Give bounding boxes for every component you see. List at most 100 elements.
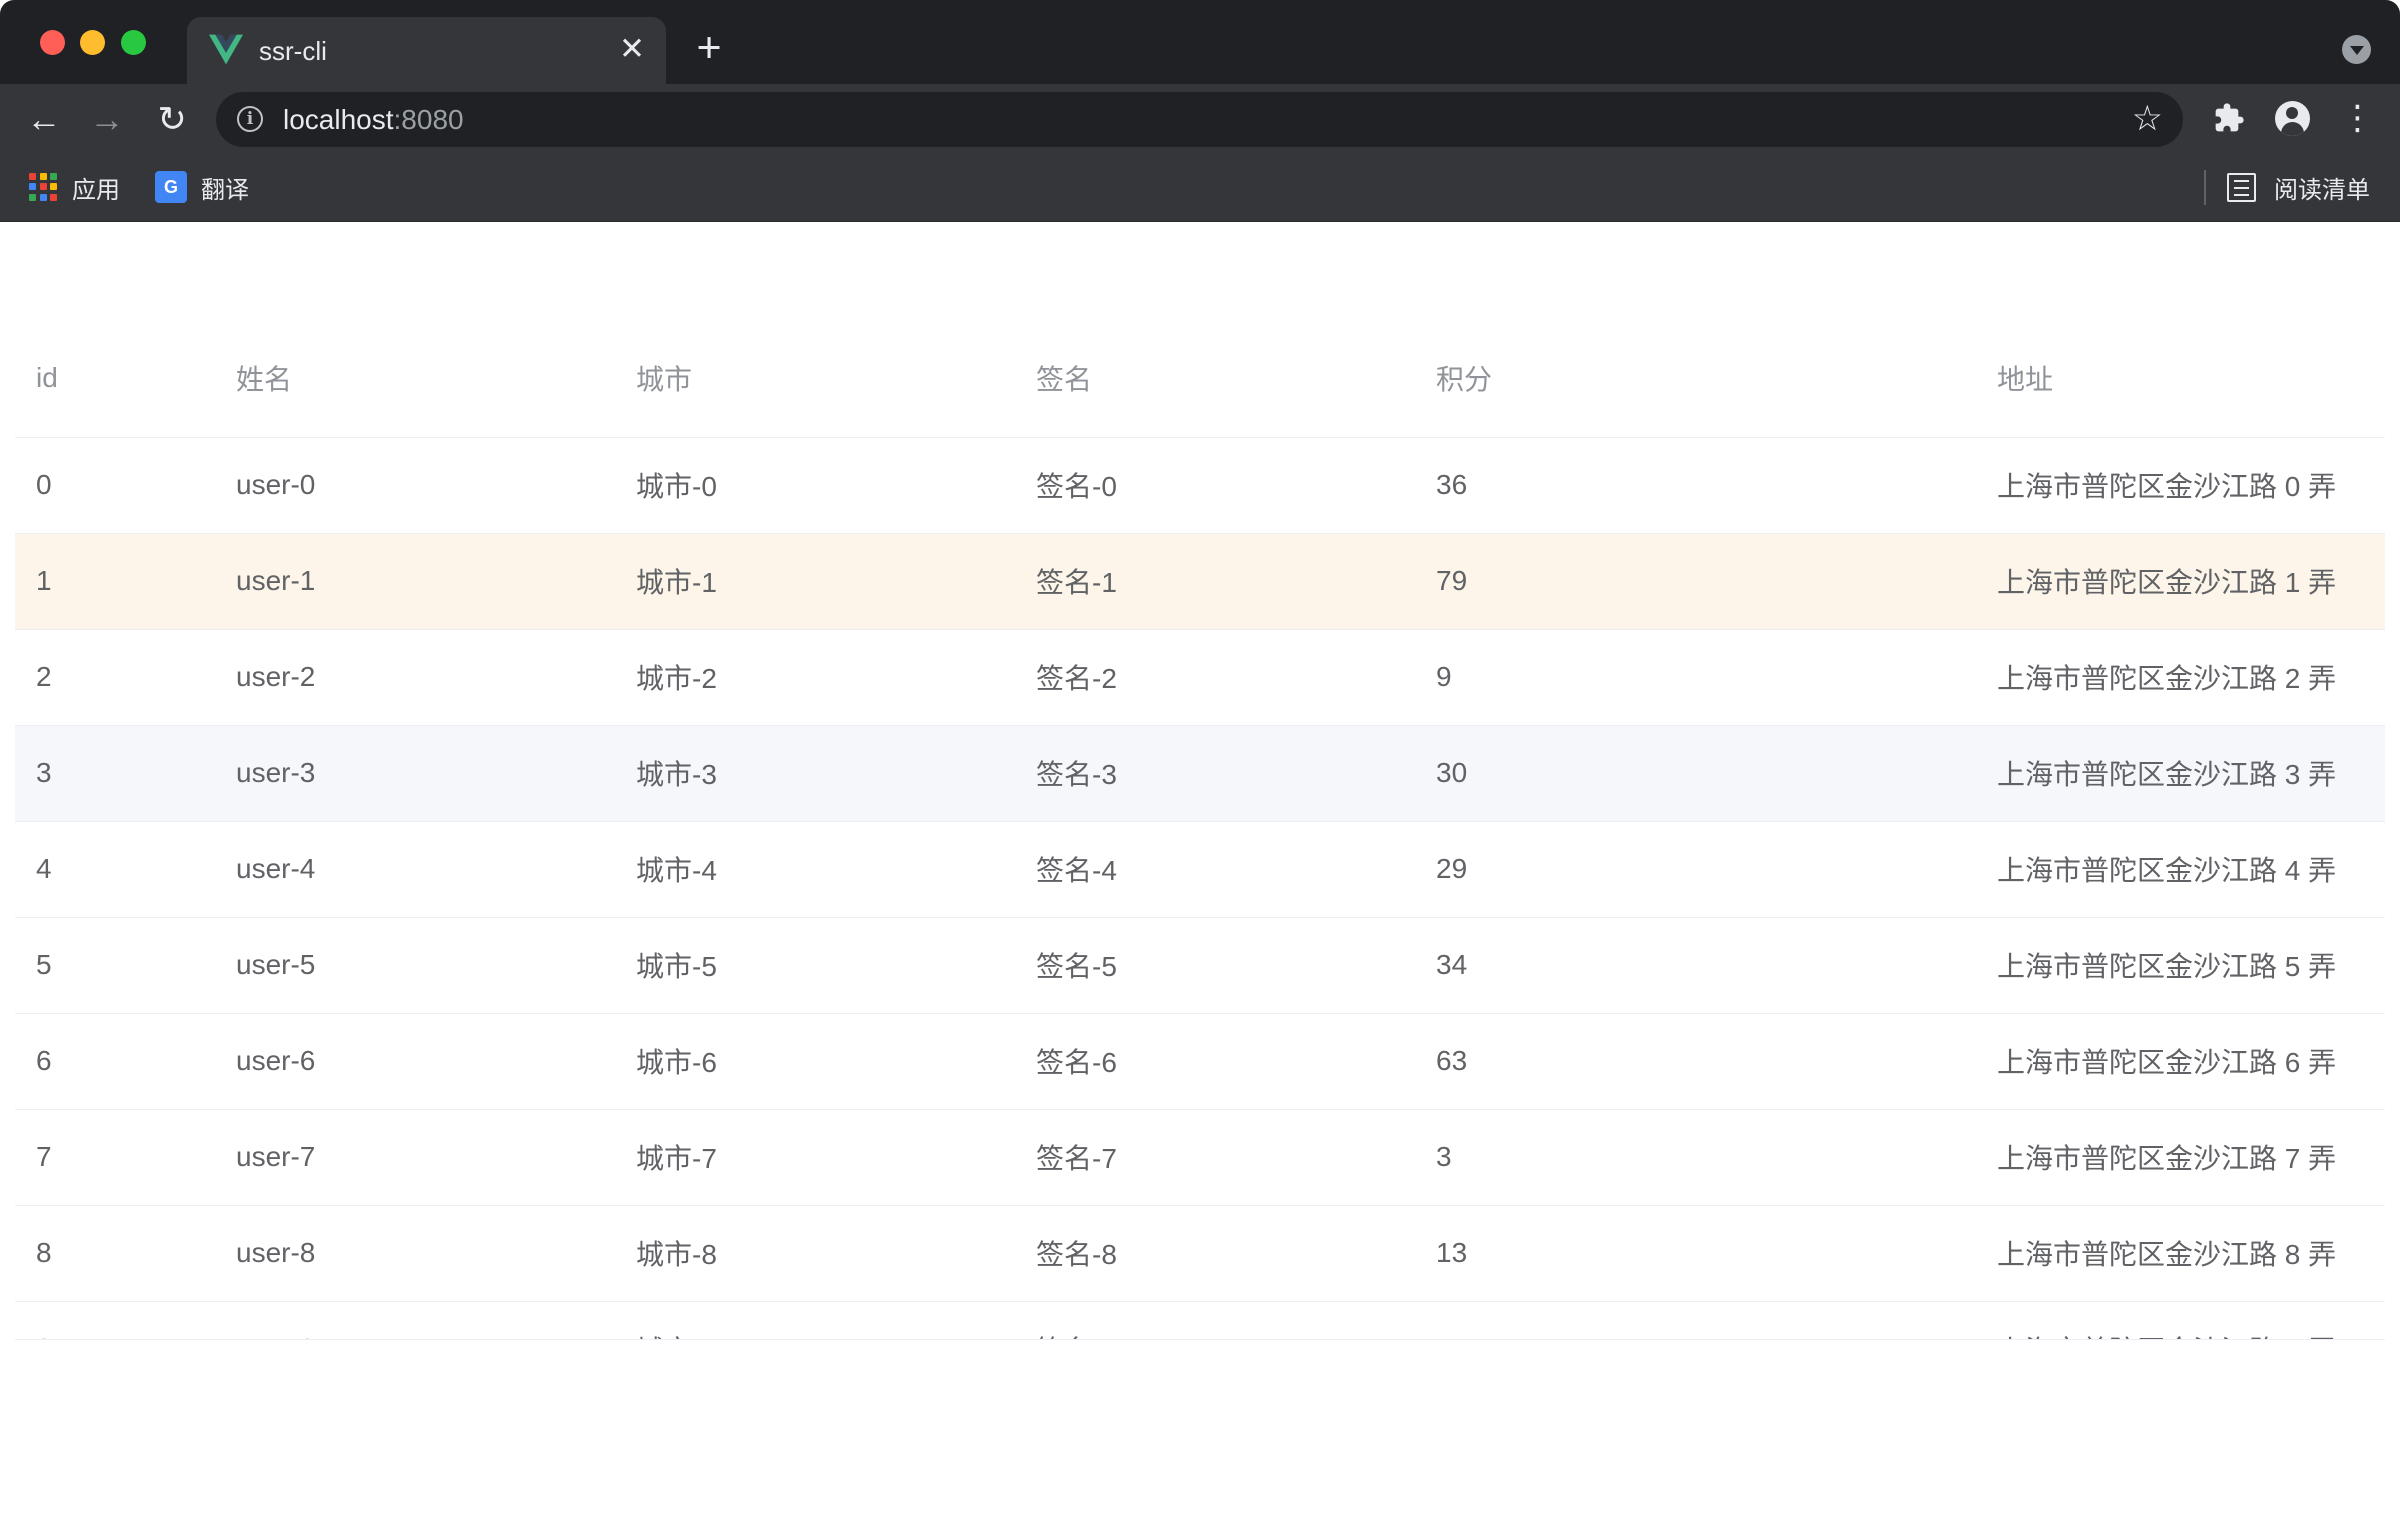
browser-window: ssr-cli ✕ + ← → ↻ i localhost:8080 ☆ ⋮ 应… xyxy=(0,0,2400,1522)
reload-icon[interactable]: ↻ xyxy=(149,97,195,143)
cell-address: 上海市普陀区金沙江路 0 弄 xyxy=(1976,437,2385,534)
cell-address: 上海市普陀区金沙江路 9 弄 xyxy=(1976,1301,2385,1339)
cell-city: 城市-3 xyxy=(615,725,1015,822)
vue-logo-icon xyxy=(209,34,243,65)
table-row[interactable]: 7 user-7 城市-7 签名-7 3 上海市普陀区金沙江路 7 弄 xyxy=(15,1109,2385,1206)
cell-address: 上海市普陀区金沙江路 8 弄 xyxy=(1976,1205,2385,1302)
cell-city: 城市-5 xyxy=(615,917,1015,1014)
cell-score: 63 xyxy=(1415,1013,1976,1110)
apps-grid-icon xyxy=(29,172,58,202)
puzzle-icon[interactable] xyxy=(2207,97,2250,140)
cell-city: 城市-0 xyxy=(615,437,1015,534)
cell-name: user-3 xyxy=(215,725,615,822)
table-header-row: id 姓名 城市 签名 积分 地址 xyxy=(15,320,2385,438)
data-table: id 姓名 城市 签名 积分 地址 0 user-0 城市-0 签名-0 36 上海市普陀… xyxy=(15,320,2385,1339)
header-address: 地址 xyxy=(1976,320,2385,438)
cell-signature: 签名-9 xyxy=(1015,1301,1415,1339)
cell-id: 5 xyxy=(15,917,215,1014)
cell-city: 城市-2 xyxy=(615,629,1015,726)
info-icon[interactable]: i xyxy=(237,106,263,132)
cell-score: 13 xyxy=(1415,1205,1976,1302)
table-row[interactable]: 2 user-2 城市-2 签名-2 9 上海市普陀区金沙江路 2 弄 xyxy=(15,629,2385,726)
close-window-button[interactable] xyxy=(40,30,65,55)
url-text[interactable]: localhost:8080 xyxy=(283,103,464,137)
url-host: localhost xyxy=(283,104,394,135)
minimize-window-button[interactable] xyxy=(80,30,105,55)
table-row[interactable]: 8 user-8 城市-8 签名-8 13 上海市普陀区金沙江路 8 弄 xyxy=(15,1205,2385,1302)
cell-id: 0 xyxy=(15,437,215,534)
cell-signature: 签名-8 xyxy=(1015,1205,1415,1302)
header-score: 积分 xyxy=(1415,320,1976,438)
header-signature: 签名 xyxy=(1015,320,1415,438)
cell-score: 9 xyxy=(1415,629,1976,726)
data-table-scroll[interactable]: id 姓名 城市 签名 积分 地址 0 user-0 城市-0 签名-0 36 上海市普陀… xyxy=(15,320,2385,1340)
cell-city: 城市-8 xyxy=(615,1205,1015,1302)
cell-id: 6 xyxy=(15,1013,215,1110)
cell-city: 城市-4 xyxy=(615,821,1015,918)
close-tab-icon[interactable]: ✕ xyxy=(615,32,649,66)
reading-list-icon xyxy=(2227,172,2256,202)
star-icon[interactable]: ☆ xyxy=(2132,99,2163,139)
cell-name: user-4 xyxy=(215,821,615,918)
cell-name: user-7 xyxy=(215,1109,615,1206)
cell-address: 上海市普陀区金沙江路 5 弄 xyxy=(1976,917,2385,1014)
header-city: 城市 xyxy=(615,320,1015,438)
cell-signature: 签名-2 xyxy=(1015,629,1415,726)
new-tab-button[interactable]: + xyxy=(690,27,728,70)
cell-city: 城市-1 xyxy=(615,533,1015,630)
bookmarks-bar: 应用 G 翻译 阅读清单 xyxy=(0,153,2400,222)
cell-score: 36 xyxy=(1415,437,1976,534)
arrow-left-icon[interactable]: ← xyxy=(21,97,67,143)
cell-signature: 签名-6 xyxy=(1015,1013,1415,1110)
cell-signature: 签名-1 xyxy=(1015,533,1415,630)
tab-search-icon[interactable] xyxy=(2342,35,2371,64)
cell-city: 城市-7 xyxy=(615,1109,1015,1206)
url-port: :8080 xyxy=(393,104,464,135)
cell-score xyxy=(1415,1301,1976,1339)
cell-score: 30 xyxy=(1415,725,1976,822)
bookmark-apps[interactable]: 应用 xyxy=(29,167,120,207)
cell-city: 城市-6 xyxy=(615,1013,1015,1110)
cell-signature: 签名-7 xyxy=(1015,1109,1415,1206)
table-row[interactable]: 9user-9城市-9签名-9 上海市普陀区金沙江路 9 弄 xyxy=(15,1301,2385,1339)
profile-icon[interactable] xyxy=(2271,97,2314,140)
tab-active[interactable]: ssr-cli ✕ xyxy=(187,17,666,84)
cell-address: 上海市普陀区金沙江路 4 弄 xyxy=(1976,821,2385,918)
table-row[interactable]: 6 user-6 城市-6 签名-6 63 上海市普陀区金沙江路 6 弄 xyxy=(15,1013,2385,1110)
cell-score: 34 xyxy=(1415,917,1976,1014)
navigation-toolbar: ← → ↻ i localhost:8080 ☆ ⋮ xyxy=(0,84,2400,153)
google-translate-icon: G xyxy=(155,171,187,203)
bookmark-apps-label: 应用 xyxy=(72,176,120,204)
cell-id: 8 xyxy=(15,1205,215,1302)
cell-id: 4 xyxy=(15,821,215,918)
arrow-right-icon[interactable]: → xyxy=(84,97,130,143)
cell-address: 上海市普陀区金沙江路 1 弄 xyxy=(1976,533,2385,630)
address-bar[interactable]: i localhost:8080 ☆ xyxy=(216,92,2183,147)
table-row[interactable]: 5 user-5 城市-5 签名-5 34 上海市普陀区金沙江路 5 弄 xyxy=(15,917,2385,1014)
cell-score: 79 xyxy=(1415,533,1976,630)
table-row[interactable]: 0 user-0 城市-0 签名-0 36 上海市普陀区金沙江路 0 弄 xyxy=(15,437,2385,534)
table-row[interactable]: 4 user-4 城市-4 签名-4 29 上海市普陀区金沙江路 4 弄 xyxy=(15,821,2385,918)
table-row[interactable]: 1 user-1 城市-1 签名-1 79 上海市普陀区金沙江路 1 弄 xyxy=(15,533,2385,630)
bookmarks-divider xyxy=(2204,170,2206,205)
cell-id: 9 xyxy=(15,1301,215,1339)
table-row[interactable]: 3 user-3 城市-3 签名-3 30 上海市普陀区金沙江路 3 弄 xyxy=(15,725,2385,822)
cell-name: user-9 xyxy=(215,1301,615,1339)
cell-name: user-6 xyxy=(215,1013,615,1110)
cell-name: user-0 xyxy=(215,437,615,534)
cell-signature: 签名-4 xyxy=(1015,821,1415,918)
reading-list-label: 阅读清单 xyxy=(2274,176,2370,204)
cell-name: user-5 xyxy=(215,917,615,1014)
bookmark-translate[interactable]: G 翻译 xyxy=(155,167,249,207)
zoom-window-button[interactable] xyxy=(121,30,146,55)
cell-name: user-8 xyxy=(215,1205,615,1302)
cell-address: 上海市普陀区金沙江路 7 弄 xyxy=(1976,1109,2385,1206)
cell-id: 2 xyxy=(15,629,215,726)
kebab-menu-icon[interactable]: ⋮ xyxy=(2336,97,2379,140)
cell-signature: 签名-3 xyxy=(1015,725,1415,822)
cell-city: 城市-9 xyxy=(615,1301,1015,1339)
cell-signature: 签名-5 xyxy=(1015,917,1415,1014)
cell-address: 上海市普陀区金沙江路 6 弄 xyxy=(1976,1013,2385,1110)
reading-list-button[interactable]: 阅读清单 xyxy=(2227,167,2370,207)
bookmark-translate-label: 翻译 xyxy=(201,176,249,204)
